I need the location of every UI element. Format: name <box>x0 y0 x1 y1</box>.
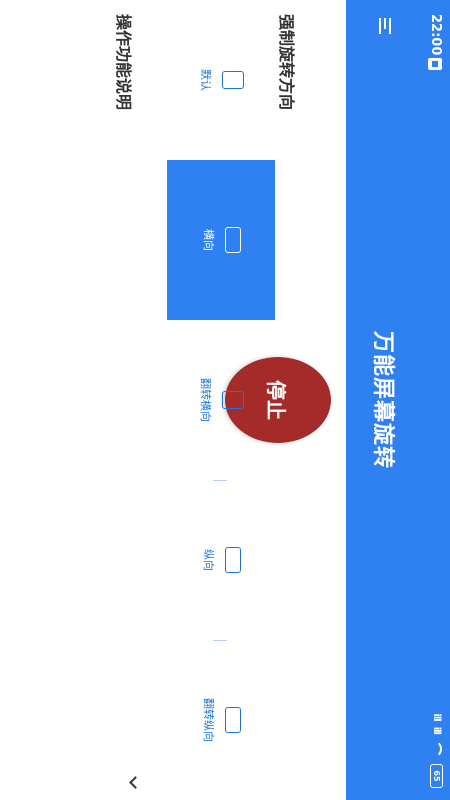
landscape-phone-icon <box>225 547 241 573</box>
app-title: 万能屏幕旋转 <box>370 330 395 469</box>
wifi-icon <box>430 740 443 758</box>
status-icons: ill ill 65 <box>430 713 443 788</box>
app-canvas: 22:00 ill ill 65 万能屏幕旋转 停止 强制旋转方向 默认 横向 … <box>0 0 450 800</box>
orientation-reverse-landscape[interactable]: 翻转横向 <box>167 320 275 480</box>
orientation-portrait[interactable]: 纵向 <box>167 480 275 640</box>
orientation-options: 默认 横向 翻转横向 纵向 翻转纵向 <box>167 0 275 800</box>
signal-icon: ill <box>431 713 442 721</box>
orientation-label: 默认 <box>199 69 212 91</box>
orientation-section-title: 强制旋转方向 <box>277 14 296 111</box>
orientation-default[interactable]: 默认 <box>167 0 275 160</box>
chevron-down-icon[interactable] <box>126 776 138 788</box>
portrait-phone-icon <box>222 391 244 409</box>
orientation-label: 纵向 <box>202 549 215 571</box>
screen: 22:00 ill ill 65 万能屏幕旋转 停止 强制旋转方向 默认 横向 … <box>0 0 450 800</box>
portrait-phone-icon <box>222 71 244 89</box>
landscape-phone-icon <box>225 227 241 253</box>
sim-card-icon <box>428 58 442 70</box>
orientation-label: 翻转纵向 <box>202 698 215 742</box>
help-section-title: 操作功能说明 <box>114 14 133 111</box>
signal-icon-2: ill <box>431 726 442 734</box>
orientation-label: 翻转横向 <box>199 378 212 422</box>
landscape-phone-icon <box>225 707 241 733</box>
battery-icon: 65 <box>430 764 443 788</box>
orientation-label: 横向 <box>202 229 215 251</box>
status-time: 22:00 <box>428 14 443 56</box>
status-bar: 22:00 ill ill 65 <box>418 0 450 800</box>
orientation-landscape[interactable]: 横向 <box>167 160 275 320</box>
app-bar: 万能屏幕旋转 <box>346 0 418 800</box>
orientation-reverse-portrait[interactable]: 翻转纵向 <box>167 640 275 800</box>
